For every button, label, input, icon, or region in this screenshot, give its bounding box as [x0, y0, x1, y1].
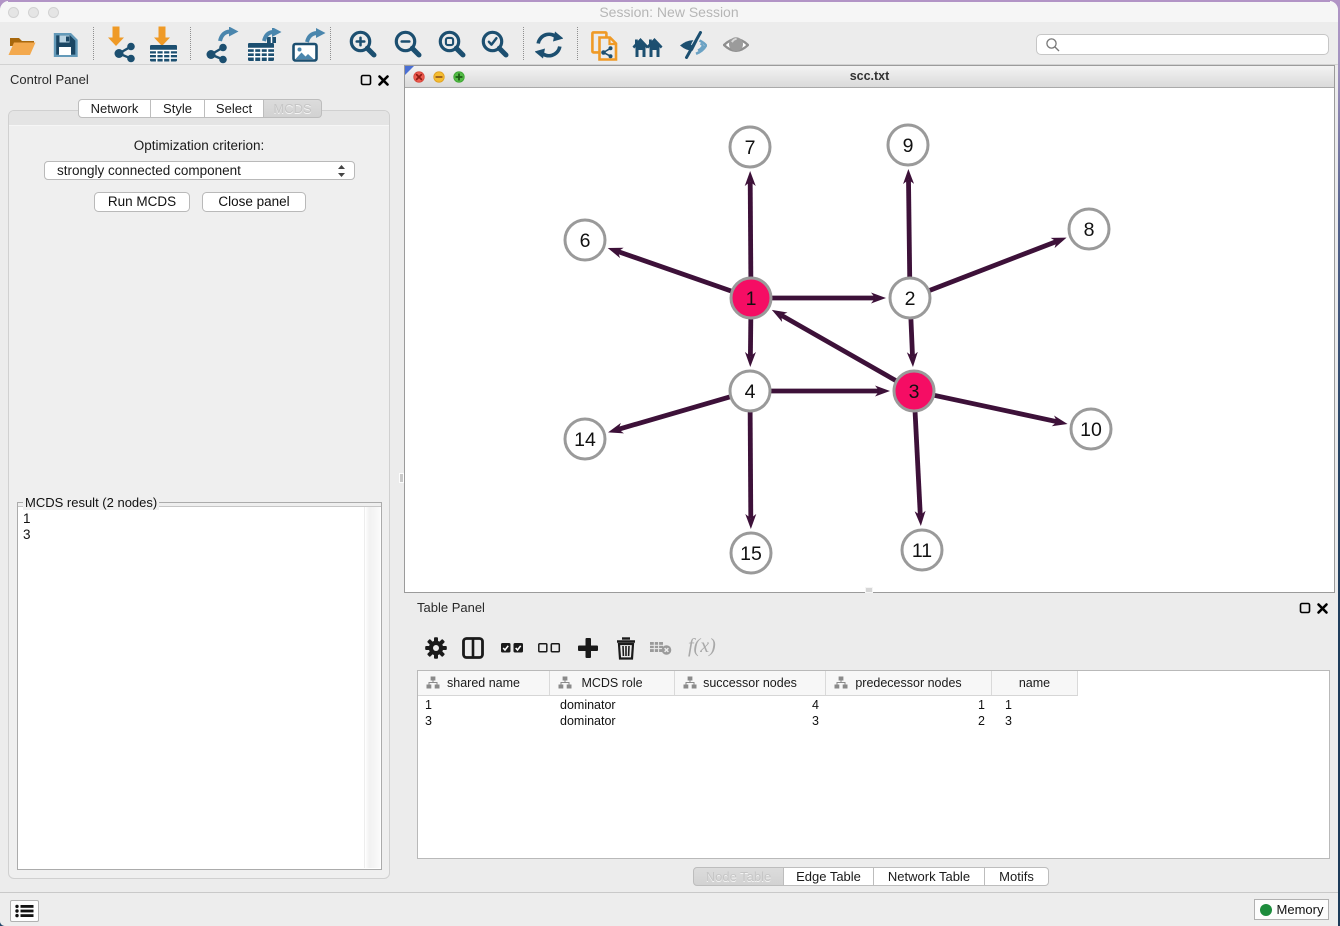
- svg-text:6: 6: [580, 230, 591, 252]
- svg-text:3: 3: [909, 381, 920, 403]
- svg-text:11: 11: [912, 540, 932, 562]
- svg-text:14: 14: [574, 429, 596, 451]
- svg-text:4: 4: [745, 381, 756, 403]
- svg-text:2: 2: [905, 288, 916, 310]
- svg-text:1: 1: [746, 288, 757, 310]
- svg-text:8: 8: [1084, 219, 1095, 241]
- svg-text:10: 10: [1080, 419, 1102, 441]
- svg-text:9: 9: [903, 135, 914, 157]
- svg-text:7: 7: [745, 137, 756, 159]
- svg-text:15: 15: [740, 543, 762, 565]
